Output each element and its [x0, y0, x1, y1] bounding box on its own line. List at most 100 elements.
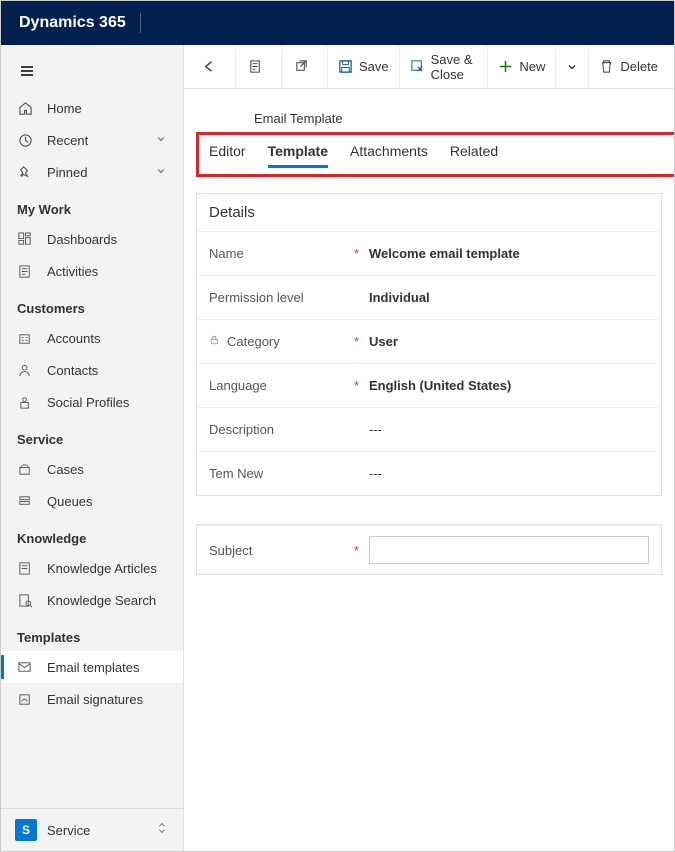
sidebar-item-social-profiles[interactable]: Social Profiles: [1, 386, 183, 418]
sidebar-item-label: Email signatures: [47, 692, 143, 707]
field-label: Name: [209, 246, 244, 261]
sidebar-item-knowledge-search[interactable]: Knowledge Search: [1, 584, 183, 616]
tabs-highlight: Editor Template Attachments Related: [196, 132, 674, 177]
sidebar-item-dashboards[interactable]: Dashboards: [1, 223, 183, 255]
field-name[interactable]: Name * Welcome email template: [197, 231, 661, 275]
recent-icon: [17, 132, 33, 148]
sidebar-item-label: Accounts: [47, 331, 100, 346]
field-value: User: [369, 334, 649, 349]
cases-icon: [17, 461, 33, 477]
sidebar-group-templates: Templates: [1, 616, 183, 651]
section-title: Details: [197, 194, 661, 231]
sidebar-item-activities[interactable]: Activities: [1, 255, 183, 287]
tab-attachments[interactable]: Attachments: [350, 143, 428, 168]
accounts-icon: [17, 330, 33, 346]
sidebar-item-home[interactable]: Home: [1, 92, 183, 124]
command-bar: Save Save & Close New Delete: [184, 45, 674, 89]
tab-editor[interactable]: Editor: [209, 143, 246, 168]
karticle-icon: [17, 560, 33, 576]
field-category[interactable]: Category * User: [197, 319, 661, 363]
delete-label: Delete: [620, 59, 658, 74]
field-value: English (United States): [369, 378, 649, 393]
field-label: Tem New: [209, 466, 263, 481]
emailtpl-icon: [17, 659, 33, 675]
sidebar-item-label: Knowledge Search: [47, 593, 156, 608]
emailsig-icon: [17, 691, 33, 707]
sidebar-group-service: Service: [1, 418, 183, 453]
sidebar-item-email-templates[interactable]: Email templates: [1, 651, 183, 683]
sidebar-item-pinned[interactable]: Pinned: [1, 156, 183, 188]
new-label: New: [519, 59, 545, 74]
subject-section: Subject *: [196, 524, 662, 575]
chevron-down-icon: [155, 133, 167, 148]
field-description[interactable]: Description---: [197, 407, 661, 451]
area-label: Service: [47, 823, 90, 838]
lock-icon: [209, 334, 223, 349]
chevron-down-icon: [155, 165, 167, 180]
doc-button[interactable]: [236, 45, 282, 88]
sidebar-group-customers: Customers: [1, 287, 183, 322]
field-label: Description: [209, 422, 274, 437]
area-switcher[interactable]: S Service: [1, 808, 183, 851]
sidebar-item-label: Social Profiles: [47, 395, 129, 410]
field-value: ---: [369, 466, 649, 481]
area-badge: S: [15, 819, 37, 841]
sidebar-item-recent[interactable]: Recent: [1, 124, 183, 156]
new-chevron[interactable]: [556, 45, 589, 88]
subject-input[interactable]: [369, 536, 649, 564]
sidebar-item-knowledge-articles[interactable]: Knowledge Articles: [1, 552, 183, 584]
field-tem-new[interactable]: Tem New ---: [197, 451, 661, 495]
save-close-label: Save & Close: [431, 52, 478, 82]
field-permission-level[interactable]: Permission level Individual: [197, 275, 661, 319]
field-label: Permission level: [209, 290, 304, 305]
sidebar-item-label: Activities: [47, 264, 98, 279]
tab-related[interactable]: Related: [450, 143, 498, 168]
pinned-icon: [17, 164, 33, 180]
sort-icon: [155, 821, 169, 840]
required-mark: *: [354, 378, 359, 393]
required-mark: *: [354, 334, 359, 349]
main-area: Save Save & Close New Delete Email Templ…: [184, 45, 674, 851]
sidebar: Home Recent Pinned My Work Dashboards Activi…: [1, 45, 184, 851]
entity-label: Email Template: [184, 89, 674, 126]
field-label: Category: [227, 334, 280, 349]
tab-template[interactable]: Template: [268, 143, 328, 168]
new-button[interactable]: New: [488, 45, 556, 88]
app-title: Dynamics 365: [19, 14, 126, 32]
sidebar-group-my-work: My Work: [1, 188, 183, 223]
field-value: Welcome email template: [369, 246, 649, 261]
sidebar-item-label: Recent: [47, 133, 88, 148]
sidebar-item-label: Contacts: [47, 363, 98, 378]
required-mark: *: [354, 246, 359, 261]
sidebar-item-label: Queues: [47, 494, 93, 509]
sidebar-item-email-signatures[interactable]: Email signatures: [1, 683, 183, 715]
sidebar-item-cases[interactable]: Cases: [1, 453, 183, 485]
field-value: Individual: [369, 290, 649, 305]
field-label: Language: [209, 378, 267, 393]
sidebar-item-label: Pinned: [47, 165, 87, 180]
queues-icon: [17, 493, 33, 509]
save-button[interactable]: Save: [328, 45, 400, 88]
tab-row: Editor Template Attachments Related: [209, 143, 674, 168]
back-button[interactable]: [190, 45, 236, 88]
details-section: Details Name * Welcome email template Permi…: [196, 193, 662, 496]
save-label: Save: [359, 59, 389, 74]
sidebar-item-accounts[interactable]: Accounts: [1, 322, 183, 354]
sidebar-item-label: Cases: [47, 462, 84, 477]
delete-button[interactable]: Delete: [589, 45, 668, 88]
home-icon: [17, 100, 33, 116]
sidebar-item-queues[interactable]: Queues: [1, 485, 183, 517]
sidebar-item-label: Dashboards: [47, 232, 117, 247]
save-close-button[interactable]: Save & Close: [400, 45, 489, 88]
contacts-icon: [17, 362, 33, 378]
sidebar-item-contacts[interactable]: Contacts: [1, 354, 183, 386]
sidebar-item-label: Knowledge Articles: [47, 561, 157, 576]
field-language[interactable]: Language * English (United States): [197, 363, 661, 407]
open-button[interactable]: [282, 45, 328, 88]
subject-label: Subject: [209, 543, 252, 558]
sidebar-item-label: Home: [47, 101, 82, 116]
ksearch-icon: [17, 592, 33, 608]
hamburger-button[interactable]: [1, 55, 183, 92]
social-icon: [17, 394, 33, 410]
dashboard-icon: [17, 231, 33, 247]
